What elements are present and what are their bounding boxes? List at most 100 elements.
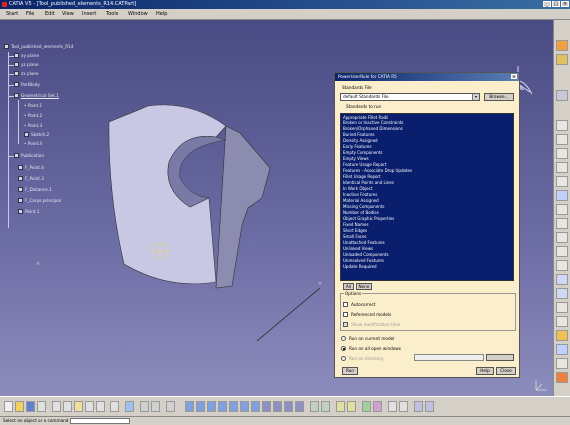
list-item[interactable]: Broken or Inactive Constraints bbox=[343, 120, 404, 125]
menu-help[interactable]: Help bbox=[156, 11, 167, 17]
point-tool-icon[interactable] bbox=[556, 90, 568, 101]
list-item[interactable]: Object Graphic Properties bbox=[343, 216, 394, 221]
tree-node-partbody[interactable]: PartBody bbox=[14, 82, 40, 87]
hide-show-icon[interactable] bbox=[284, 401, 293, 412]
rotate-view-icon[interactable] bbox=[218, 401, 227, 412]
tree-node-zx-plane[interactable]: zx plane bbox=[14, 71, 39, 76]
list-item[interactable]: Short Edges bbox=[343, 228, 367, 233]
show-modification-time-checkbox[interactable] bbox=[343, 322, 348, 327]
standards-file-select[interactable]: default Standards File ▾ bbox=[340, 93, 480, 101]
tree-node-point-1[interactable]: • Point.1 bbox=[24, 103, 42, 108]
maximize-button[interactable]: □ bbox=[552, 1, 560, 7]
directory-browse-button[interactable] bbox=[486, 354, 514, 361]
publish-icon[interactable] bbox=[414, 401, 423, 412]
whats-this-icon[interactable] bbox=[110, 401, 119, 412]
list-item[interactable]: Update Required bbox=[343, 264, 377, 269]
menu-window[interactable]: Window bbox=[128, 11, 148, 17]
zoom-in-icon[interactable] bbox=[229, 401, 238, 412]
list-item[interactable]: Material Assigned bbox=[343, 198, 379, 203]
tree-root[interactable]: Tool_published_elements_R14 bbox=[4, 44, 73, 49]
menu-insert[interactable]: Insert bbox=[82, 11, 96, 17]
list-item[interactable]: Identical Points and Lines bbox=[343, 180, 394, 185]
join-icon[interactable] bbox=[556, 260, 568, 271]
tree-node-xy-plane[interactable]: xy plane bbox=[14, 53, 39, 58]
select-all-button[interactable]: All bbox=[343, 283, 354, 290]
pattern-icon[interactable] bbox=[556, 358, 568, 369]
render-icon[interactable] bbox=[373, 401, 382, 412]
tree-node-sketch-2[interactable]: Sketch.2 bbox=[24, 132, 49, 137]
sweep-icon[interactable] bbox=[556, 176, 568, 187]
scaling-icon[interactable] bbox=[556, 316, 568, 327]
swap-visible-icon[interactable] bbox=[295, 401, 304, 412]
axis-system-tool-icon[interactable] bbox=[336, 401, 345, 412]
tree-node-f-corps-principal[interactable]: F_Corps principal bbox=[18, 198, 61, 203]
autocorrect-checkbox[interactable] bbox=[343, 302, 348, 307]
list-item[interactable]: Unattached Features bbox=[343, 240, 385, 245]
catalog-icon[interactable] bbox=[166, 401, 175, 412]
list-item[interactable]: Number of Bodies bbox=[343, 210, 379, 215]
tree-node-f-point-4[interactable]: F_Point.4 bbox=[18, 165, 44, 170]
offset-icon[interactable] bbox=[556, 218, 568, 229]
browse-button[interactable]: Browse... bbox=[484, 93, 514, 101]
copy-icon[interactable] bbox=[63, 401, 72, 412]
menu-view[interactable]: View bbox=[62, 11, 74, 17]
list-item[interactable]: Unresolved Features bbox=[343, 258, 384, 263]
tree-node-point-1-published[interactable]: Point.1 bbox=[18, 209, 39, 214]
translate-icon[interactable] bbox=[556, 274, 568, 285]
extrude-icon[interactable] bbox=[556, 148, 568, 159]
tree-node-geometrical-set[interactable]: Geometrical Set.1 bbox=[14, 93, 59, 98]
redo-icon[interactable] bbox=[96, 401, 105, 412]
rotate-icon[interactable] bbox=[556, 288, 568, 299]
list-item[interactable]: Early Features bbox=[343, 144, 372, 149]
fly-mode-icon[interactable] bbox=[185, 401, 194, 412]
tree-node-f-distance-1[interactable]: F_Distance.1 bbox=[18, 187, 52, 192]
open-file-icon[interactable] bbox=[15, 401, 24, 412]
measure-item-icon[interactable] bbox=[321, 401, 330, 412]
extract-icon[interactable] bbox=[556, 330, 568, 341]
list-item[interactable]: Inactive Features bbox=[343, 192, 377, 197]
symmetry-icon[interactable] bbox=[556, 302, 568, 313]
construction-line[interactable] bbox=[256, 287, 321, 342]
cut-icon[interactable] bbox=[52, 401, 61, 412]
work-on-support-icon[interactable] bbox=[347, 401, 356, 412]
sketch-tool-icon[interactable] bbox=[399, 401, 408, 412]
plane-tool-icon[interactable] bbox=[556, 134, 568, 145]
select-icon[interactable] bbox=[388, 401, 397, 412]
split-icon[interactable] bbox=[556, 232, 568, 243]
menu-start[interactable]: Start bbox=[6, 11, 18, 17]
zoom-out-icon[interactable] bbox=[240, 401, 249, 412]
run-on-all-open-windows-radio[interactable] bbox=[341, 346, 346, 351]
select-none-button[interactable]: None bbox=[356, 283, 372, 290]
help-button[interactable]: Help bbox=[476, 367, 494, 375]
fill-icon[interactable] bbox=[556, 190, 568, 201]
save-icon[interactable] bbox=[26, 401, 35, 412]
line-tool-icon[interactable] bbox=[556, 120, 568, 131]
tree-node-yz-plane[interactable]: yz plane bbox=[14, 62, 39, 67]
menu-tools[interactable]: Tools bbox=[106, 11, 118, 17]
command-input[interactable] bbox=[70, 418, 130, 424]
update-icon[interactable] bbox=[125, 401, 134, 412]
fit-all-icon[interactable] bbox=[196, 401, 205, 412]
run-on-directory-radio[interactable] bbox=[341, 356, 346, 361]
close-dialog-button[interactable]: Close bbox=[496, 367, 516, 375]
standards-list[interactable]: Appropriate Fillet Radii Broken or Inact… bbox=[340, 113, 514, 281]
boundary-icon[interactable] bbox=[556, 344, 568, 355]
list-item[interactable]: Fixed Names bbox=[343, 222, 369, 227]
tree-node-point-4[interactable]: • Point.4 bbox=[24, 141, 42, 146]
trim-icon[interactable] bbox=[556, 246, 568, 257]
menu-file[interactable]: File bbox=[26, 11, 34, 17]
apply-material-icon[interactable] bbox=[362, 401, 371, 412]
list-item[interactable]: Small Faces bbox=[343, 234, 367, 239]
blend-icon[interactable] bbox=[556, 204, 568, 215]
directory-path-input[interactable] bbox=[414, 354, 484, 361]
tree-node-point-3[interactable]: • Point.3 bbox=[24, 123, 42, 128]
pan-icon[interactable] bbox=[207, 401, 216, 412]
close-button[interactable]: × bbox=[561, 1, 569, 7]
list-item[interactable]: Empty Views bbox=[343, 156, 369, 161]
menu-edit[interactable]: Edit bbox=[45, 11, 55, 17]
list-item[interactable]: Features - Associate Drop Updates bbox=[343, 168, 412, 173]
tree-node-point-2[interactable]: • Point.2 bbox=[24, 113, 42, 118]
sketcher-icon[interactable] bbox=[556, 40, 568, 51]
measure-icon[interactable] bbox=[310, 401, 319, 412]
list-item[interactable]: Feature Usage Report bbox=[343, 162, 386, 167]
